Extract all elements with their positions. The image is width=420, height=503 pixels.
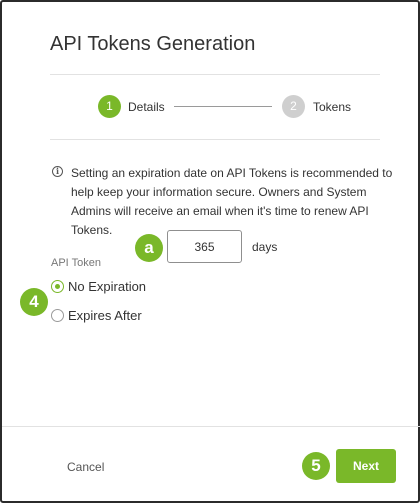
step-2-label: Tokens [313,100,352,114]
info-icon: i [52,166,63,177]
expiration-info-text: Setting an expiration date on API Tokens… [71,166,393,237]
callout-badge-5: 5 [302,452,330,480]
no-expiration-option[interactable]: No Expiration [51,279,146,294]
no-expiration-radio[interactable] [51,280,64,293]
expires-after-label: Expires After [68,308,142,323]
no-expiration-label: No Expiration [68,279,147,294]
expires-after-option[interactable]: Expires After [51,308,142,323]
cancel-button[interactable]: Cancel [67,460,104,474]
callout-badge-4: 4 [20,288,48,316]
next-button[interactable]: Next [336,449,396,483]
footer-divider [2,426,420,427]
step-1-indicator: 1 [98,95,121,118]
api-tokens-dialog: API Tokens Generation 1 Details 2 Tokens… [0,0,420,503]
stepper-connector [174,106,272,107]
expiration-days-input[interactable] [167,230,242,263]
api-token-label: API Token [51,257,101,269]
expires-after-radio[interactable] [51,309,64,322]
title-divider [50,74,380,75]
dialog-title: API Tokens Generation [50,33,256,55]
stepper-divider [50,139,380,140]
callout-badge-a: a [135,234,163,262]
days-unit-label: days [252,240,278,254]
step-2-indicator: 2 [282,95,305,118]
step-1-label: Details [128,100,165,114]
